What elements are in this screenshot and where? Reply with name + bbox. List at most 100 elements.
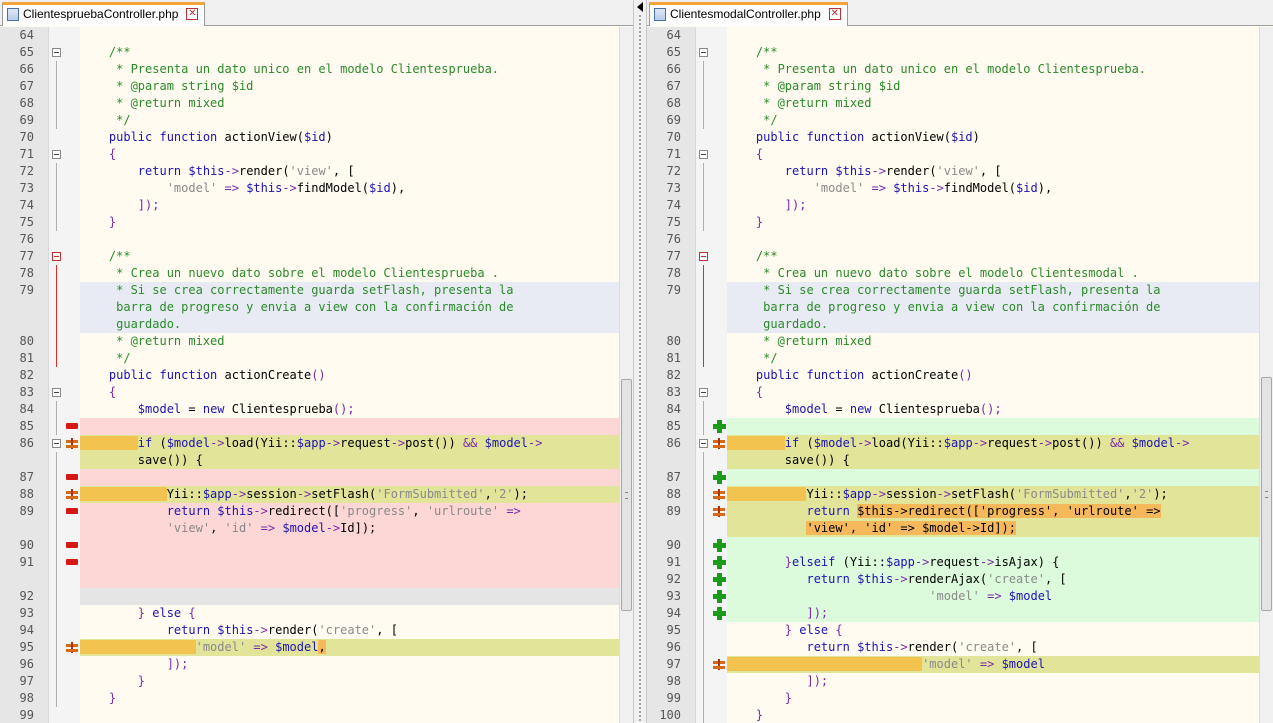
code-line[interactable]: 96 ]);: [0, 656, 633, 673]
code-line[interactable]: 75 }: [0, 214, 633, 231]
right-vertical-scrollbar[interactable]: [1259, 27, 1273, 723]
deleted-line-icon[interactable]: [66, 508, 78, 514]
changed-line-icon[interactable]: [713, 489, 725, 500]
deleted-line-icon[interactable]: [66, 423, 78, 429]
code-line[interactable]: 91: [0, 554, 633, 571]
changed-line-icon[interactable]: [66, 438, 78, 449]
code-line[interactable]: 92: [0, 588, 633, 605]
code-line[interactable]: 84 $model = new Clientesprueba();: [0, 401, 633, 418]
fold-toggle-icon[interactable]: [52, 252, 61, 261]
code-line[interactable]: 73 'model' => $this->findModel($id),: [0, 180, 633, 197]
code-line[interactable]: 64: [647, 27, 1273, 44]
code-line[interactable]: 65 /**: [647, 44, 1273, 61]
fold-toggle-icon[interactable]: [699, 439, 708, 448]
code-line[interactable]: 'view', 'id' => $model->Id]);: [647, 520, 1273, 537]
code-line[interactable]: 67 * @param string $id: [0, 78, 633, 95]
code-line[interactable]: 83 {: [0, 384, 633, 401]
changed-line-icon[interactable]: [713, 659, 725, 670]
code-line[interactable]: 66 * Presenta un dato unico en el modelo…: [0, 61, 633, 78]
code-line[interactable]: 71 {: [647, 146, 1273, 163]
added-line-icon[interactable]: [713, 556, 726, 569]
code-line[interactable]: barra de progreso y envia a view con la …: [647, 299, 1273, 316]
fold-toggle-icon[interactable]: [52, 388, 61, 397]
code-line[interactable]: 72 return $this->render('view', [: [647, 163, 1273, 180]
code-line[interactable]: 80 * @return mixed: [647, 333, 1273, 350]
code-line[interactable]: 70 public function actionView($id): [0, 129, 633, 146]
right-code-editor[interactable]: 64 65 /** 66 * Presenta un dato unico en e…: [647, 27, 1273, 723]
close-tab-icon[interactable]: ✕: [828, 8, 841, 20]
left-scrollbar-thumb[interactable]: [621, 379, 632, 611]
fold-toggle-icon[interactable]: [52, 150, 61, 159]
code-line[interactable]: 71 {: [0, 146, 633, 163]
code-line[interactable]: 79 * Si se crea correctamente guarda set…: [647, 282, 1273, 299]
code-line[interactable]: 100 }: [647, 707, 1273, 723]
code-line[interactable]: 75 }: [647, 214, 1273, 231]
code-line[interactable]: 87: [0, 469, 633, 486]
code-line[interactable]: 67 * @param string $id: [647, 78, 1273, 95]
code-line[interactable]: guardado.: [647, 316, 1273, 333]
code-line[interactable]: 81 */: [0, 350, 633, 367]
code-line[interactable]: 87: [647, 469, 1273, 486]
changed-line-icon[interactable]: [66, 642, 78, 653]
collapse-arrow-icon[interactable]: [637, 2, 643, 12]
code-line[interactable]: 95 'model' => $model,: [0, 639, 633, 656]
code-line[interactable]: 88 Yii::$app->session->setFlash('FormSub…: [0, 486, 633, 503]
right-scrollbar-thumb[interactable]: [1261, 377, 1272, 611]
code-line[interactable]: 92 return $this->renderAjax('create', [: [647, 571, 1273, 588]
added-line-icon[interactable]: [713, 573, 726, 586]
code-line[interactable]: 74 ]);: [0, 197, 633, 214]
code-line[interactable]: 89 return $this->redirect(['progress', '…: [0, 503, 633, 520]
tab-clientesmodal-controller[interactable]: ClientesmodalController.php ✕: [649, 2, 848, 26]
added-line-icon[interactable]: [713, 590, 726, 603]
code-line[interactable]: 79 * Si se crea correctamente guarda set…: [0, 282, 633, 299]
changed-line-icon[interactable]: [66, 489, 78, 500]
code-line[interactable]: 90: [0, 537, 633, 554]
code-line[interactable]: 77 /**: [647, 248, 1273, 265]
code-line[interactable]: 73 'model' => $this->findModel($id),: [647, 180, 1273, 197]
added-line-icon[interactable]: [713, 607, 726, 620]
deleted-line-icon[interactable]: [66, 559, 78, 565]
fold-toggle-icon[interactable]: [52, 48, 61, 57]
changed-line-icon[interactable]: [713, 506, 725, 517]
code-line[interactable]: 69 */: [647, 112, 1273, 129]
code-line[interactable]: 81 */: [647, 350, 1273, 367]
tab-clientesprueba-controller[interactable]: ClientespruebaController.php ✕: [2, 2, 206, 26]
code-line[interactable]: 82 public function actionCreate(): [647, 367, 1273, 384]
code-line[interactable]: 93 } else {: [0, 605, 633, 622]
code-line[interactable]: 96 return $this->render('create', [: [647, 639, 1273, 656]
code-line[interactable]: 89 return $this->redirect(['progress', '…: [647, 503, 1273, 520]
code-line[interactable]: save()) {: [647, 452, 1273, 469]
fold-toggle-icon[interactable]: [699, 388, 708, 397]
code-line[interactable]: 91 }elseif (Yii::$app->request->isAjax) …: [647, 554, 1273, 571]
code-line[interactable]: 70 public function actionView($id): [647, 129, 1273, 146]
code-line[interactable]: 88 Yii::$app->session->setFlash('FormSub…: [647, 486, 1273, 503]
code-line[interactable]: barra de progreso y envia a view con la …: [0, 299, 633, 316]
code-line[interactable]: 65 /**: [0, 44, 633, 61]
code-line[interactable]: 74 ]);: [647, 197, 1273, 214]
deleted-line-icon[interactable]: [66, 474, 78, 480]
code-line[interactable]: 76: [0, 231, 633, 248]
code-line[interactable]: 97 'model' => $model: [647, 656, 1273, 673]
pane-splitter[interactable]: [633, 0, 647, 723]
added-line-icon[interactable]: [713, 471, 726, 484]
code-line[interactable]: 86 if ($model->load(Yii::$app->request->…: [0, 435, 633, 452]
code-line[interactable]: 85: [647, 418, 1273, 435]
code-line[interactable]: 66 * Presenta un dato unico en el modelo…: [647, 61, 1273, 78]
code-line[interactable]: 78 * Crea un nuevo dato sobre el modelo …: [0, 265, 633, 282]
code-line[interactable]: 82 public function actionCreate(): [0, 367, 633, 384]
code-line[interactable]: 93 'model' => $model: [647, 588, 1273, 605]
code-line[interactable]: 85: [0, 418, 633, 435]
code-line[interactable]: save()) {: [0, 452, 633, 469]
code-line[interactable]: 99 }: [647, 690, 1273, 707]
code-line[interactable]: 68 * @return mixed: [0, 95, 633, 112]
code-line[interactable]: guardado.: [0, 316, 633, 333]
code-line[interactable]: 72 return $this->render('view', [: [0, 163, 633, 180]
code-line[interactable]: 76: [647, 231, 1273, 248]
deleted-line-icon[interactable]: [66, 542, 78, 548]
code-line[interactable]: 84 $model = new Clientesprueba();: [647, 401, 1273, 418]
fold-toggle-icon[interactable]: [699, 150, 708, 159]
code-line[interactable]: 78 * Crea un nuevo dato sobre el modelo …: [647, 265, 1273, 282]
code-line[interactable]: 69 */: [0, 112, 633, 129]
code-line[interactable]: 94 return $this->render('create', [: [0, 622, 633, 639]
code-line[interactable]: 95 } else {: [647, 622, 1273, 639]
